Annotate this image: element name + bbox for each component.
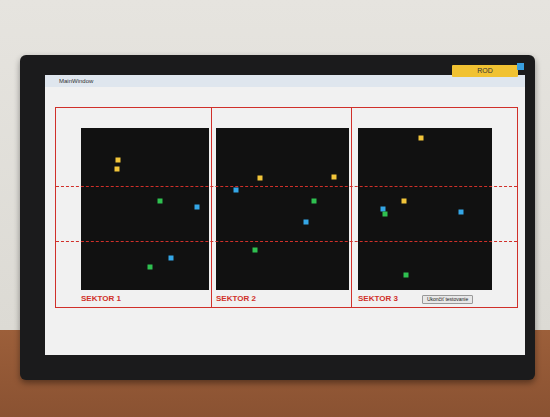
target-dot (233, 187, 238, 192)
radar-panel (216, 128, 349, 290)
target-dot (312, 198, 317, 203)
sector-footer: SEKTOR 2 (216, 294, 351, 304)
sector-label: SEKTOR 3 (358, 294, 398, 304)
target-dot (418, 135, 423, 140)
target-dot (382, 211, 387, 216)
radar-panel (81, 128, 209, 290)
target-dot (148, 265, 153, 270)
target-dot (401, 198, 406, 203)
target-dot (252, 247, 257, 252)
target-dot (168, 255, 173, 260)
target-dot (304, 219, 309, 224)
target-dot (116, 158, 121, 163)
target-dot (114, 166, 119, 171)
sector-footer: SEKTOR 3 Ukončiť testovanie (358, 294, 519, 304)
sector: SEKTOR 2 (211, 108, 351, 307)
sector-label: SEKTOR 1 (81, 294, 121, 304)
target-dot (459, 210, 464, 215)
sector-frame: SEKTOR 1 SEKTOR 2 SEKTOR 3 Ukončiť testovan… (55, 107, 518, 308)
sector-label: SEKTOR 2 (216, 294, 256, 304)
sticker-icon (517, 63, 524, 70)
target-dot (195, 205, 200, 210)
sector: SEKTOR 3 Ukončiť testovanie (351, 108, 519, 307)
sector: SEKTOR 1 (56, 108, 211, 307)
end-test-button[interactable]: Ukončiť testovanie (422, 295, 473, 304)
target-dot (257, 176, 262, 181)
target-dot (404, 273, 409, 278)
divider-line (56, 186, 517, 187)
monitor-label: ROD (452, 65, 518, 77)
screen: MainWindowSEKTOR 1SEKTOR 2SEKTOR 3Ukonči… (45, 75, 525, 355)
target-dot (158, 198, 163, 203)
divider-line (56, 241, 517, 242)
sector-footer: SEKTOR 1 (81, 294, 211, 304)
target-dot (332, 174, 337, 179)
radar-panel (358, 128, 492, 290)
monitor: RODMainWindowSEKTOR 1SEKTOR 2SEKTOR 3Uko… (20, 55, 535, 380)
